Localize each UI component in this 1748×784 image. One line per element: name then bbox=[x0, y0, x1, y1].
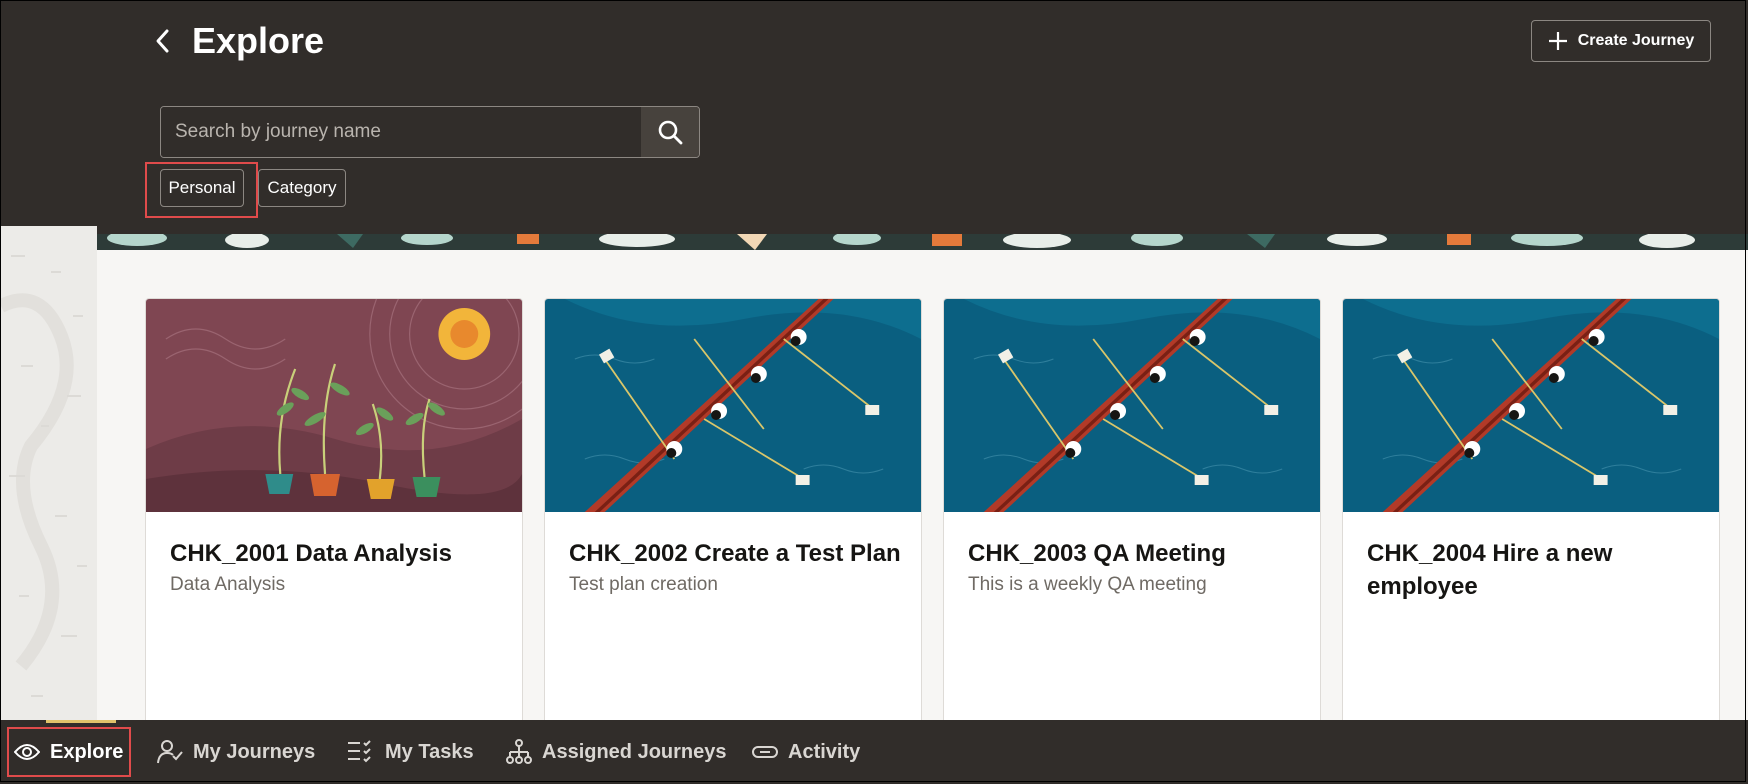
card-description: Data Analysis bbox=[170, 574, 286, 595]
nav-item-activity[interactable]: Activity bbox=[752, 720, 860, 784]
card-title: CHK_2003 QA Meeting bbox=[968, 540, 1226, 567]
page-title: Explore bbox=[192, 20, 325, 61]
nav-label: Explore bbox=[50, 740, 124, 763]
bottom-navigation: Explore My Journeys My Tasks Assigned Jo… bbox=[0, 720, 1748, 784]
create-journey-button[interactable]: Create Journey bbox=[1531, 20, 1711, 62]
nav-label: My Tasks bbox=[385, 740, 474, 763]
link-icon bbox=[752, 746, 778, 758]
create-journey-label: Create Journey bbox=[1577, 32, 1695, 49]
card-title: CHK_2001 Data Analysis bbox=[170, 540, 452, 567]
rowing-boat-illustration bbox=[1343, 299, 1719, 512]
nav-label: Activity bbox=[788, 740, 861, 763]
eye-icon bbox=[14, 744, 40, 760]
search-icon bbox=[658, 120, 683, 145]
banner-pattern bbox=[97, 234, 1748, 250]
search-box bbox=[160, 106, 700, 158]
rowing-boat-illustration bbox=[545, 299, 921, 512]
journey-card[interactable]: CHK_2001 Data Analysis Data Analysis bbox=[145, 298, 523, 728]
search-input[interactable] bbox=[161, 107, 641, 157]
texture-pattern bbox=[1, 226, 97, 720]
hierarchy-icon bbox=[506, 739, 532, 764]
back-button[interactable] bbox=[148, 24, 178, 58]
nav-label: My Journeys bbox=[193, 740, 316, 763]
journey-card[interactable]: CHK_2004 Hire a new employee bbox=[1342, 298, 1720, 728]
search-button[interactable] bbox=[641, 107, 699, 157]
rowing-boat-illustration bbox=[944, 299, 1320, 512]
nav-item-assigned-journeys[interactable]: Assigned Journeys bbox=[506, 720, 727, 784]
plus-icon bbox=[1548, 32, 1567, 50]
nav-item-my-tasks[interactable]: My Tasks bbox=[347, 720, 474, 784]
filter-chip-category[interactable]: Category bbox=[258, 169, 346, 207]
journey-card[interactable]: CHK_2003 QA Meeting This is a weekly QA … bbox=[943, 298, 1321, 728]
plants-sun-illustration bbox=[146, 299, 522, 512]
active-nav-indicator bbox=[46, 720, 116, 723]
card-description: This is a weekly QA meeting bbox=[968, 574, 1207, 595]
page-header: Explore Create Journey Personal Category bbox=[0, 0, 1748, 238]
filter-chip-personal[interactable]: Personal bbox=[160, 169, 244, 207]
nav-item-my-journeys[interactable]: My Journeys bbox=[157, 720, 315, 784]
card-title: CHK_2002 Create a Test Plan bbox=[569, 540, 901, 567]
checklist-icon bbox=[348, 740, 371, 763]
journey-card[interactable]: CHK_2002 Create a Test Plan Test plan cr… bbox=[544, 298, 922, 728]
left-decorative-panel bbox=[1, 226, 97, 720]
person-check-icon bbox=[157, 740, 183, 764]
chevron-left-icon bbox=[156, 29, 169, 53]
decorative-banner bbox=[97, 234, 1748, 250]
card-description: Test plan creation bbox=[569, 574, 718, 595]
card-title: CHK_2004 Hire a new employee bbox=[1367, 540, 1613, 600]
nav-label: Assigned Journeys bbox=[542, 740, 727, 763]
nav-item-explore[interactable]: Explore bbox=[14, 720, 123, 784]
